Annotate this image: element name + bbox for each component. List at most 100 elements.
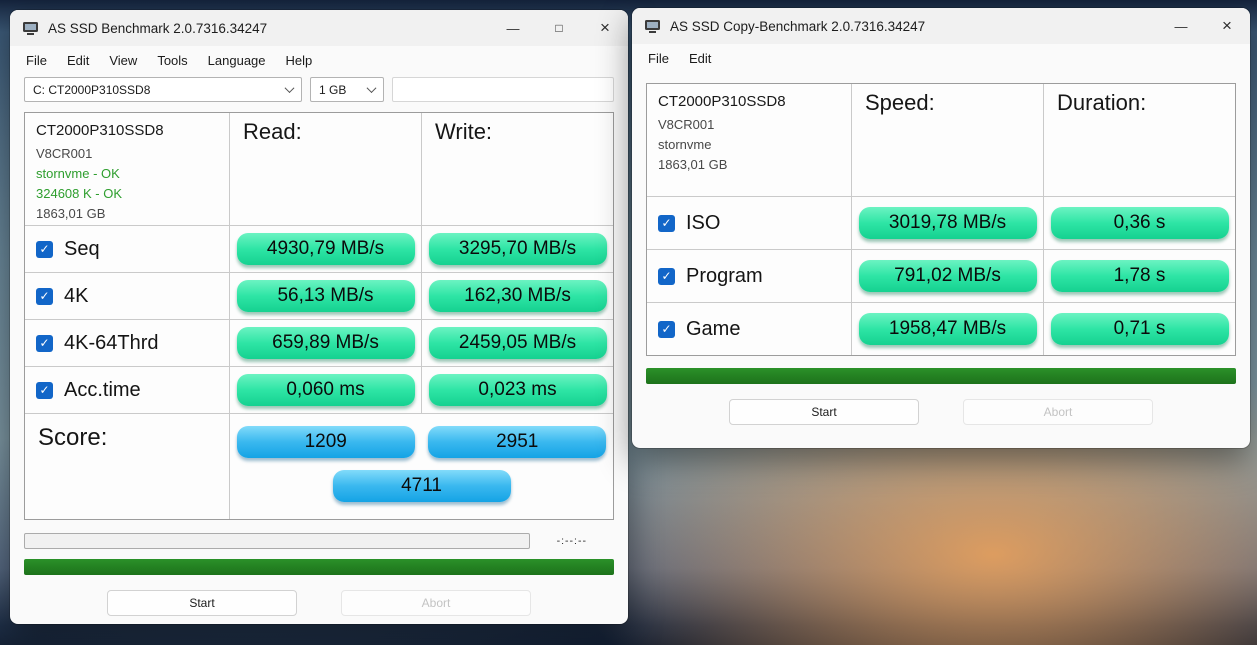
target-field[interactable] xyxy=(392,77,614,102)
test-size-value: 1 GB xyxy=(319,83,346,97)
menu-file[interactable]: File xyxy=(638,47,679,70)
app-icon xyxy=(644,19,661,34)
table-row-game: ✓ Game 1958,47 MB/s 0,71 s xyxy=(647,302,1235,355)
4k-checkbox[interactable]: ✓ xyxy=(36,288,53,305)
drive-select[interactable]: C: CT2000P310SSD8 xyxy=(24,77,302,102)
drive-driver-status: stornvme - OK xyxy=(36,166,218,181)
table-row-4k64thrd: ✓ 4K-64Thrd 659,89 MB/s 2459,05 MB/s xyxy=(25,319,613,366)
4k-label: 4K xyxy=(64,285,88,308)
menu-view[interactable]: View xyxy=(99,49,147,72)
window-controls: — × xyxy=(1158,8,1250,44)
copy-titlebar[interactable]: AS SSD Copy-Benchmark 2.0.7316.34247 — × xyxy=(632,8,1250,44)
drive-model: CT2000P310SSD8 xyxy=(658,93,840,110)
menu-language[interactable]: Language xyxy=(198,49,276,72)
table-header-row: CT2000P310SSD8 V8CR001 stornvme - OK 324… xyxy=(25,113,613,225)
seq-write-value: 3295,70 MB/s xyxy=(429,233,607,265)
drive-firmware: V8CR001 xyxy=(658,117,840,132)
iso-speed-value: 3019,78 MB/s xyxy=(859,207,1037,239)
4k-read-value: 56,13 MB/s xyxy=(237,280,415,312)
write-score-value: 2951 xyxy=(428,426,606,458)
menu-edit[interactable]: Edit xyxy=(679,47,721,70)
game-label: Game xyxy=(686,318,740,341)
drive-alignment-status: 324608 K - OK xyxy=(36,186,218,201)
score-section: Score: 1209 2951 4711 xyxy=(25,413,613,519)
seq-checkbox[interactable]: ✓ xyxy=(36,241,53,258)
minimize-button[interactable]: — xyxy=(490,10,536,46)
4k64thrd-label: 4K-64Thrd xyxy=(64,332,159,355)
drive-info-panel: CT2000P310SSD8 V8CR001 stornvme 1863,01 … xyxy=(647,84,851,196)
game-speed-value: 1958,47 MB/s xyxy=(859,313,1037,345)
window-controls: — □ × xyxy=(490,10,628,46)
table-row-acctime: ✓ Acc.time 0,060 ms 0,023 ms xyxy=(25,366,613,413)
abort-button[interactable]: Abort xyxy=(341,590,531,616)
abort-button[interactable]: Abort xyxy=(963,399,1153,425)
game-checkbox[interactable]: ✓ xyxy=(658,321,675,338)
close-button[interactable]: × xyxy=(1204,8,1250,44)
table-row-seq: ✓ Seq 4930,79 MB/s 3295,70 MB/s xyxy=(25,225,613,272)
menu-tools[interactable]: Tools xyxy=(147,49,197,72)
chevron-down-icon xyxy=(285,83,295,93)
table-row-4k: ✓ 4K 56,13 MB/s 162,30 MB/s xyxy=(25,272,613,319)
desktop-wallpaper: AS SSD Benchmark 2.0.7316.34247 — □ × Fi… xyxy=(0,0,1257,645)
overall-progress-bar xyxy=(646,368,1236,384)
4k64thrd-write-value: 2459,05 MB/s xyxy=(429,327,607,359)
program-speed-value: 791,02 MB/s xyxy=(859,260,1037,292)
4k64thrd-read-value: 659,89 MB/s xyxy=(237,327,415,359)
toolbar: C: CT2000P310SSD8 1 GB xyxy=(10,75,628,106)
progress-section: -:--:-- xyxy=(24,533,614,549)
4k-write-value: 162,30 MB/s xyxy=(429,280,607,312)
table-row-program: ✓ Program 791,02 MB/s 1,78 s xyxy=(647,249,1235,302)
drive-driver: stornvme xyxy=(658,137,840,152)
drive-model: CT2000P310SSD8 xyxy=(36,122,218,139)
button-row: Start Abort xyxy=(10,590,628,616)
total-score-value: 4711 xyxy=(333,470,511,502)
start-button[interactable]: Start xyxy=(729,399,919,425)
chevron-down-icon xyxy=(367,83,377,93)
button-row: Start Abort xyxy=(632,399,1250,425)
speed-column-header: Speed: xyxy=(851,84,1043,196)
benchmark-titlebar[interactable]: AS SSD Benchmark 2.0.7316.34247 — □ × xyxy=(10,10,628,46)
benchmark-table: CT2000P310SSD8 V8CR001 stornvme - OK 324… xyxy=(24,112,614,520)
app-icon xyxy=(22,21,39,36)
menubar: File Edit View Tools Language Help xyxy=(10,46,628,75)
copy-benchmark-table: CT2000P310SSD8 V8CR001 stornvme 1863,01 … xyxy=(646,83,1236,356)
program-checkbox[interactable]: ✓ xyxy=(658,268,675,285)
overall-progress-bar xyxy=(24,559,614,575)
start-button[interactable]: Start xyxy=(107,590,297,616)
program-duration-value: 1,78 s xyxy=(1051,260,1229,292)
iso-duration-value: 0,36 s xyxy=(1051,207,1229,239)
acctime-write-value: 0,023 ms xyxy=(429,374,607,406)
minimize-button[interactable]: — xyxy=(1158,8,1204,44)
seq-read-value: 4930,79 MB/s xyxy=(237,233,415,265)
eta-time: -:--:-- xyxy=(530,535,614,547)
acctime-label: Acc.time xyxy=(64,379,141,402)
read-column-header: Read: xyxy=(229,113,421,235)
drive-firmware: V8CR001 xyxy=(36,146,218,161)
drive-info-panel: CT2000P310SSD8 V8CR001 stornvme - OK 324… xyxy=(25,113,229,235)
iso-checkbox[interactable]: ✓ xyxy=(658,215,675,232)
acctime-read-value: 0,060 ms xyxy=(237,374,415,406)
close-button[interactable]: × xyxy=(582,10,628,46)
menu-file[interactable]: File xyxy=(16,49,57,72)
seq-label: Seq xyxy=(64,238,100,261)
score-label: Score: xyxy=(25,414,229,519)
drive-capacity: 1863,01 GB xyxy=(36,206,218,221)
drive-select-value: C: CT2000P310SSD8 xyxy=(33,83,150,97)
benchmark-window: AS SSD Benchmark 2.0.7316.34247 — □ × Fi… xyxy=(10,10,628,624)
maximize-button[interactable]: □ xyxy=(536,10,582,46)
table-row-iso: ✓ ISO 3019,78 MB/s 0,36 s xyxy=(647,196,1235,249)
drive-capacity: 1863,01 GB xyxy=(658,157,840,172)
write-column-header: Write: xyxy=(421,113,613,235)
menu-help[interactable]: Help xyxy=(276,49,323,72)
menubar: File Edit xyxy=(632,44,1250,73)
progress-bar xyxy=(24,533,530,549)
read-score-value: 1209 xyxy=(237,426,415,458)
program-label: Program xyxy=(686,265,763,288)
table-header-row: CT2000P310SSD8 V8CR001 stornvme 1863,01 … xyxy=(647,84,1235,196)
copy-benchmark-window: AS SSD Copy-Benchmark 2.0.7316.34247 — ×… xyxy=(632,8,1250,448)
test-size-select[interactable]: 1 GB xyxy=(310,77,384,102)
4k64thrd-checkbox[interactable]: ✓ xyxy=(36,335,53,352)
acctime-checkbox[interactable]: ✓ xyxy=(36,382,53,399)
duration-column-header: Duration: xyxy=(1043,84,1235,196)
menu-edit[interactable]: Edit xyxy=(57,49,99,72)
